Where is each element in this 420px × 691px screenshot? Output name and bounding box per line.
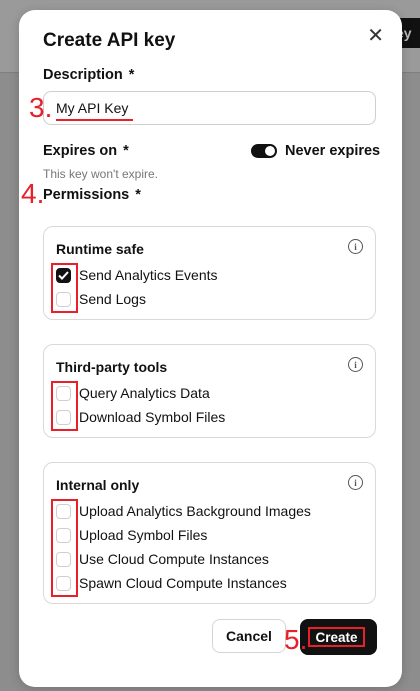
permission-group-runtime-safe: Runtime safe i Send Analytics Events Sen… bbox=[43, 226, 376, 320]
permission-checkbox[interactable] bbox=[56, 409, 71, 425]
permission-checkbox[interactable] bbox=[56, 575, 71, 591]
permission-label: Spawn Cloud Compute Instances bbox=[79, 575, 287, 591]
never-expires-toggle-row: Never expires bbox=[251, 143, 380, 159]
annotation-step-5: 5. bbox=[284, 624, 308, 655]
permission-label: Send Logs bbox=[79, 291, 146, 307]
info-icon[interactable]: i bbox=[348, 475, 363, 490]
create-api-key-dialog: Create API key ✕ Description* Expires on… bbox=[19, 10, 402, 687]
group-title: Internal only bbox=[56, 477, 140, 493]
permission-label: Upload Analytics Background Images bbox=[79, 503, 311, 519]
permission-row[interactable]: Spawn Cloud Compute Instances bbox=[56, 573, 287, 593]
permission-row[interactable]: Query Analytics Data bbox=[56, 383, 210, 403]
permission-row[interactable]: Send Logs bbox=[56, 289, 146, 309]
never-expires-label: Never expires bbox=[285, 143, 381, 159]
group-title: Runtime safe bbox=[56, 241, 144, 257]
permission-row[interactable]: Download Symbol Files bbox=[56, 407, 225, 427]
info-icon[interactable]: i bbox=[348, 357, 363, 372]
dialog-title: Create API key bbox=[43, 30, 176, 51]
description-label: Description * bbox=[43, 67, 135, 83]
permission-label: Query Analytics Data bbox=[79, 385, 210, 401]
permission-checkbox[interactable] bbox=[56, 267, 71, 283]
permission-checkbox[interactable] bbox=[56, 291, 71, 307]
permission-group-third-party: Third-party tools i Query Analytics Data… bbox=[43, 344, 376, 438]
never-expires-toggle[interactable] bbox=[251, 144, 277, 158]
expires-hint: This key won't expire. bbox=[43, 167, 159, 181]
permissions-label: Permissions * bbox=[43, 187, 141, 203]
expires-label: Expires on * bbox=[43, 143, 129, 159]
permission-checkbox[interactable] bbox=[56, 551, 71, 567]
permission-row[interactable]: Send Analytics Events bbox=[56, 265, 218, 285]
permission-label: Use Cloud Compute Instances bbox=[79, 551, 269, 567]
annotation-underline bbox=[56, 119, 133, 121]
permission-row[interactable]: Upload Analytics Background Images bbox=[56, 501, 311, 521]
check-icon bbox=[58, 270, 69, 280]
permission-group-internal-only: Internal only i Upload Analytics Backgro… bbox=[43, 462, 376, 604]
cancel-button[interactable]: Cancel bbox=[212, 619, 286, 653]
permission-label: Upload Symbol Files bbox=[79, 527, 208, 543]
annotation-step-4: 4. bbox=[21, 178, 45, 209]
permission-label: Send Analytics Events bbox=[79, 267, 218, 283]
info-icon[interactable]: i bbox=[348, 239, 363, 254]
permission-checkbox[interactable] bbox=[56, 503, 71, 519]
permission-row[interactable]: Upload Symbol Files bbox=[56, 525, 207, 545]
create-button-label: Create bbox=[308, 627, 365, 647]
annotation-step-3: 3. bbox=[29, 92, 53, 123]
permission-checkbox[interactable] bbox=[56, 527, 71, 543]
permission-checkbox[interactable] bbox=[56, 385, 71, 401]
group-title: Third-party tools bbox=[56, 359, 168, 375]
close-icon[interactable]: ✕ bbox=[367, 26, 384, 46]
permission-row[interactable]: Use Cloud Compute Instances bbox=[56, 549, 269, 569]
create-button[interactable]: Create bbox=[300, 619, 377, 655]
permission-label: Download Symbol Files bbox=[79, 409, 226, 425]
